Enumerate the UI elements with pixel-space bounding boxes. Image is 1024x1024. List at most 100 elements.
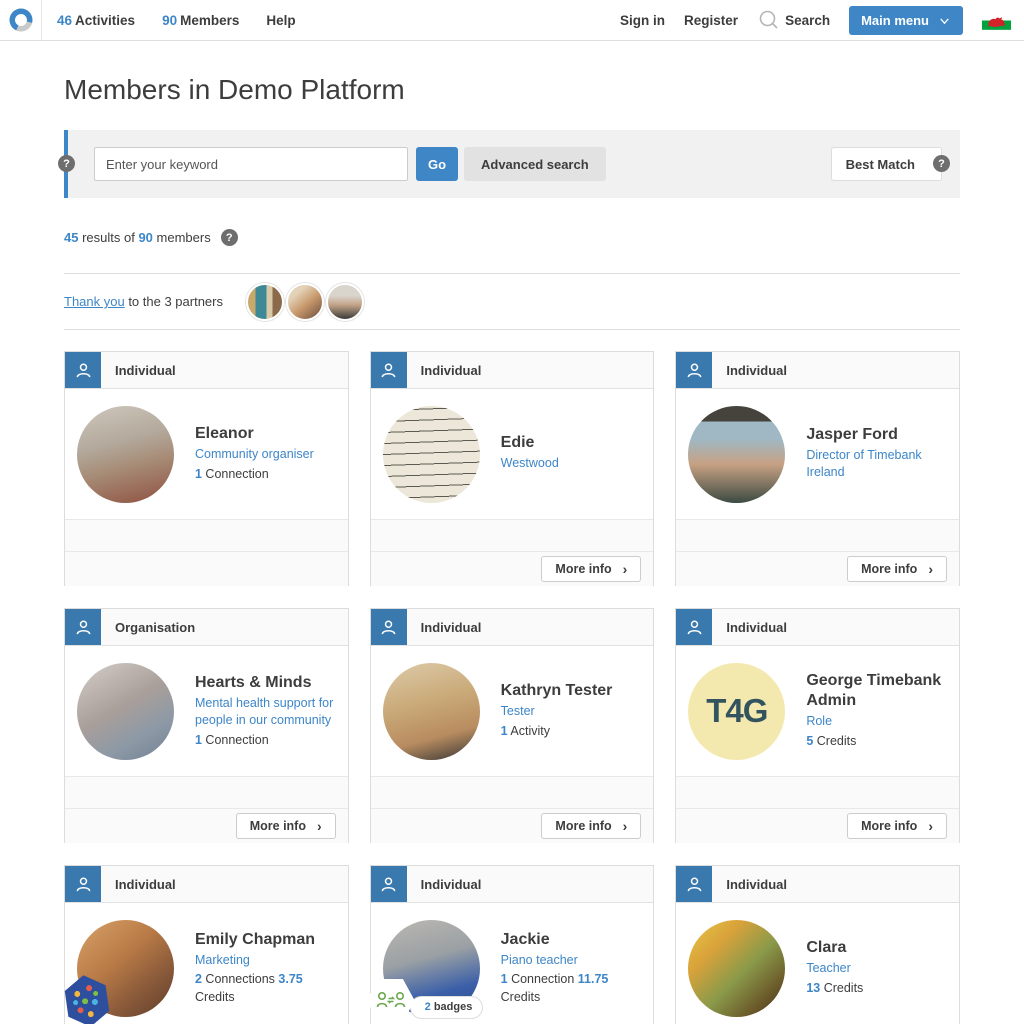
member-card-body: Emily Chapman Marketing 2 Connections 3.… bbox=[65, 903, 348, 1024]
more-info-label: More info bbox=[555, 819, 611, 833]
search-help-icon[interactable]: ? bbox=[58, 155, 75, 172]
member-stats: 5 Credits bbox=[806, 733, 947, 751]
member-role: Piano teacher bbox=[501, 952, 642, 969]
card-actions-row: More info › bbox=[65, 808, 348, 843]
platform-logo[interactable] bbox=[0, 0, 42, 40]
member-name: Edie bbox=[501, 433, 559, 453]
more-info-button[interactable]: More info › bbox=[847, 813, 947, 839]
nav-members[interactable]: 90Members bbox=[162, 13, 239, 28]
chevron-right-icon: › bbox=[928, 564, 933, 574]
results-count: 45 bbox=[64, 230, 78, 245]
stat-label: Credits bbox=[195, 990, 235, 1004]
partner-avatar-3[interactable] bbox=[326, 283, 364, 321]
member-search-panel: ? Go Advanced search Best Match ? bbox=[64, 130, 960, 198]
person-silhouette-icon bbox=[65, 866, 101, 902]
member-name: Jasper Ford bbox=[806, 425, 947, 445]
person-silhouette-icon bbox=[65, 352, 101, 388]
member-role: Role bbox=[806, 713, 947, 730]
go-button[interactable]: Go bbox=[416, 147, 458, 181]
member-avatar[interactable] bbox=[77, 663, 174, 760]
member-card-header: Individual bbox=[676, 352, 959, 389]
stat-value: 1 bbox=[501, 972, 508, 986]
member-card-header: Individual bbox=[371, 352, 654, 389]
member-avatar[interactable] bbox=[688, 406, 785, 503]
more-info-button[interactable]: More info › bbox=[541, 556, 641, 582]
member-card-body: 2 badges Jackie Piano teacher 1 Connecti… bbox=[371, 903, 654, 1024]
card-spacer bbox=[371, 776, 654, 808]
best-match-sort-button[interactable]: Best Match bbox=[831, 147, 942, 181]
card-spacer bbox=[65, 519, 348, 551]
page-title: Members in Demo Platform bbox=[64, 74, 960, 106]
partners-row: Thank you to the 3 partners bbox=[64, 274, 960, 329]
member-avatar[interactable]: T4G bbox=[688, 663, 785, 760]
stat-label: Credits bbox=[813, 734, 856, 748]
member-stats: 13 Credits bbox=[806, 980, 863, 998]
member-name: Clara bbox=[806, 938, 863, 958]
results-help-icon[interactable]: ? bbox=[221, 229, 238, 246]
stat-value: 1 bbox=[195, 467, 202, 481]
person-silhouette-icon bbox=[371, 352, 407, 388]
member-stats: 1 Connection 11.75 Credits bbox=[501, 971, 642, 1006]
member-card: Individual Edie Westwood More info › bbox=[370, 351, 655, 586]
thank-you-link[interactable]: Thank you bbox=[64, 294, 125, 309]
member-card: Individual Jasper Ford Director of Timeb… bbox=[675, 351, 960, 586]
primary-nav: 46Activities 90Members Help bbox=[57, 13, 296, 28]
member-card: Individual Kathryn Tester Tester 1 Activ… bbox=[370, 608, 655, 843]
keyword-search-input[interactable] bbox=[94, 147, 408, 181]
member-name: George Timebank Admin bbox=[806, 671, 947, 711]
member-info: Clara Teacher 13 Credits bbox=[806, 938, 863, 997]
person-silhouette-icon bbox=[676, 609, 712, 645]
more-info-button[interactable]: More info › bbox=[847, 556, 947, 582]
more-info-button[interactable]: More info › bbox=[541, 813, 641, 839]
member-role: Teacher bbox=[806, 960, 863, 977]
results-summary: 45 results of 90 members ? bbox=[64, 229, 960, 246]
card-spacer bbox=[371, 519, 654, 551]
member-card: Organisation Hearts & Minds Mental healt… bbox=[64, 608, 349, 843]
sort-control: Best Match ? bbox=[831, 147, 942, 181]
member-avatar[interactable]: 2 badges bbox=[383, 920, 480, 1017]
member-card-body: Hearts & Minds Mental health support for… bbox=[65, 646, 348, 776]
more-info-label: More info bbox=[555, 562, 611, 576]
search-icon bbox=[757, 8, 781, 32]
member-avatar[interactable] bbox=[688, 920, 785, 1017]
stat-label: Connection bbox=[202, 733, 269, 747]
more-info-label: More info bbox=[250, 819, 306, 833]
member-avatar[interactable] bbox=[383, 406, 480, 503]
member-avatar[interactable] bbox=[77, 406, 174, 503]
members-count: 90 bbox=[162, 13, 177, 28]
member-name: Emily Chapman bbox=[195, 930, 336, 950]
sort-help-icon[interactable]: ? bbox=[933, 155, 950, 172]
member-info: Edie Westwood bbox=[501, 433, 559, 475]
stat-value: 1 bbox=[195, 733, 202, 747]
member-info: Jackie Piano teacher 1 Connection 11.75 … bbox=[501, 930, 642, 1007]
partner-avatar-1[interactable] bbox=[246, 283, 284, 321]
register-link[interactable]: Register bbox=[684, 13, 738, 28]
badge-count-pill[interactable]: 2 badges bbox=[410, 996, 484, 1019]
members-label: Members bbox=[180, 13, 239, 28]
avatar-text: T4G bbox=[706, 692, 767, 730]
more-info-label: More info bbox=[861, 819, 917, 833]
stat-label: Credits bbox=[501, 990, 541, 1004]
welsh-flag-icon[interactable] bbox=[982, 11, 1011, 30]
nav-help[interactable]: Help bbox=[266, 13, 295, 28]
member-card-body: T4G George Timebank Admin Role 5 Credits bbox=[676, 646, 959, 776]
member-type-label: Individual bbox=[421, 620, 482, 635]
sign-in-link[interactable]: Sign in bbox=[620, 13, 665, 28]
member-avatar[interactable] bbox=[77, 920, 174, 1017]
stat-label: Connections bbox=[202, 972, 278, 986]
stat-label: Connection bbox=[508, 972, 578, 986]
stat-value: 1 bbox=[501, 724, 508, 738]
main-menu-button[interactable]: Main menu bbox=[849, 6, 963, 35]
chevron-right-icon: › bbox=[317, 821, 322, 831]
member-avatar[interactable] bbox=[383, 663, 480, 760]
nav-activities[interactable]: 46Activities bbox=[57, 13, 135, 28]
stat-value: 3.75 bbox=[278, 972, 302, 986]
header-search-button[interactable]: Search bbox=[757, 8, 830, 32]
member-info: Jasper Ford Director of Timebank Ireland bbox=[806, 425, 947, 484]
person-silhouette-icon bbox=[371, 609, 407, 645]
more-info-button[interactable]: More info › bbox=[236, 813, 336, 839]
person-silhouette-icon bbox=[65, 609, 101, 645]
card-spacer bbox=[676, 776, 959, 808]
partner-avatar-2[interactable] bbox=[286, 283, 324, 321]
advanced-search-button[interactable]: Advanced search bbox=[464, 147, 606, 181]
